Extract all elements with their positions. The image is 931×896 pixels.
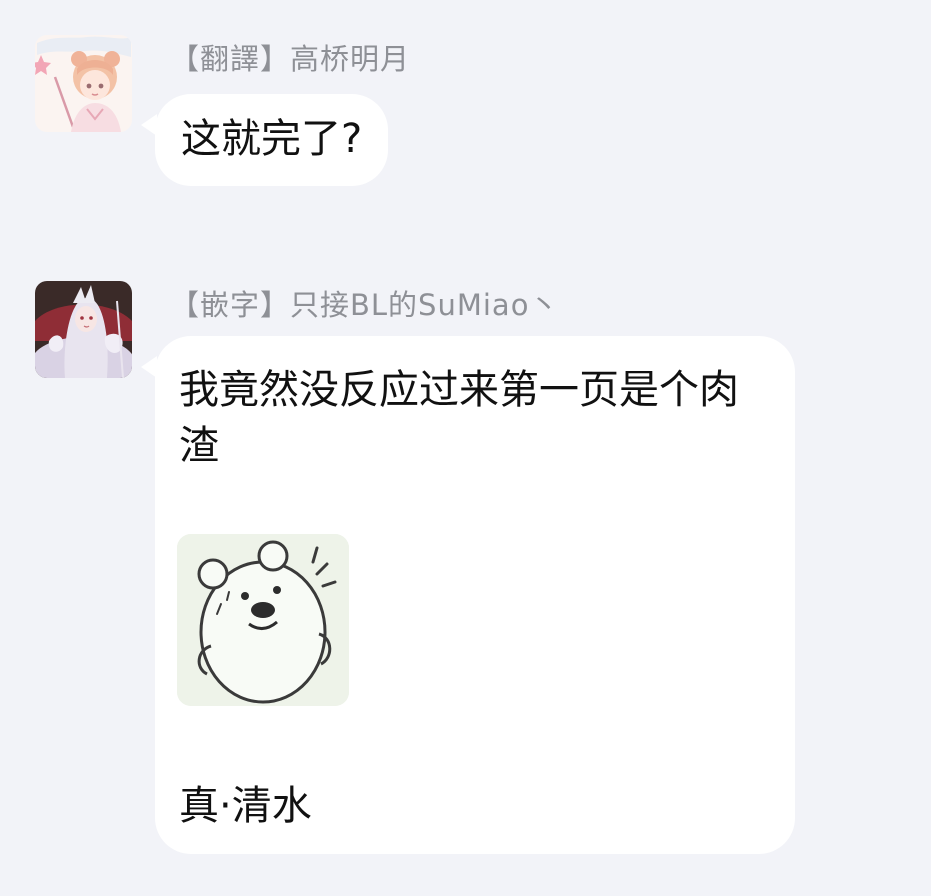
message-text: 真·清水 (179, 783, 312, 829)
sender-avatar[interactable] (35, 281, 132, 378)
message-bubble[interactable]: 我竟然没反应过来第一页是个肉渣 真·清水 (155, 336, 795, 854)
message-text: 我竟然没反应过来第一页是个肉渣 (179, 367, 739, 469)
sender-name[interactable]: 【翻譯】高桥明月 (170, 36, 410, 78)
sender-avatar[interactable] (35, 35, 132, 132)
sender-name[interactable]: 【嵌字】只接BL的SuMiao丶 (170, 282, 559, 324)
message-bubble[interactable]: 这就完了? (155, 94, 389, 186)
bear-sticker-image (177, 534, 349, 706)
anime-girl-avatar-image (35, 35, 132, 132)
message-text: 这就完了? (181, 116, 363, 162)
anime-character-avatar-image (35, 281, 132, 378)
bear-sticker[interactable] (177, 534, 349, 706)
